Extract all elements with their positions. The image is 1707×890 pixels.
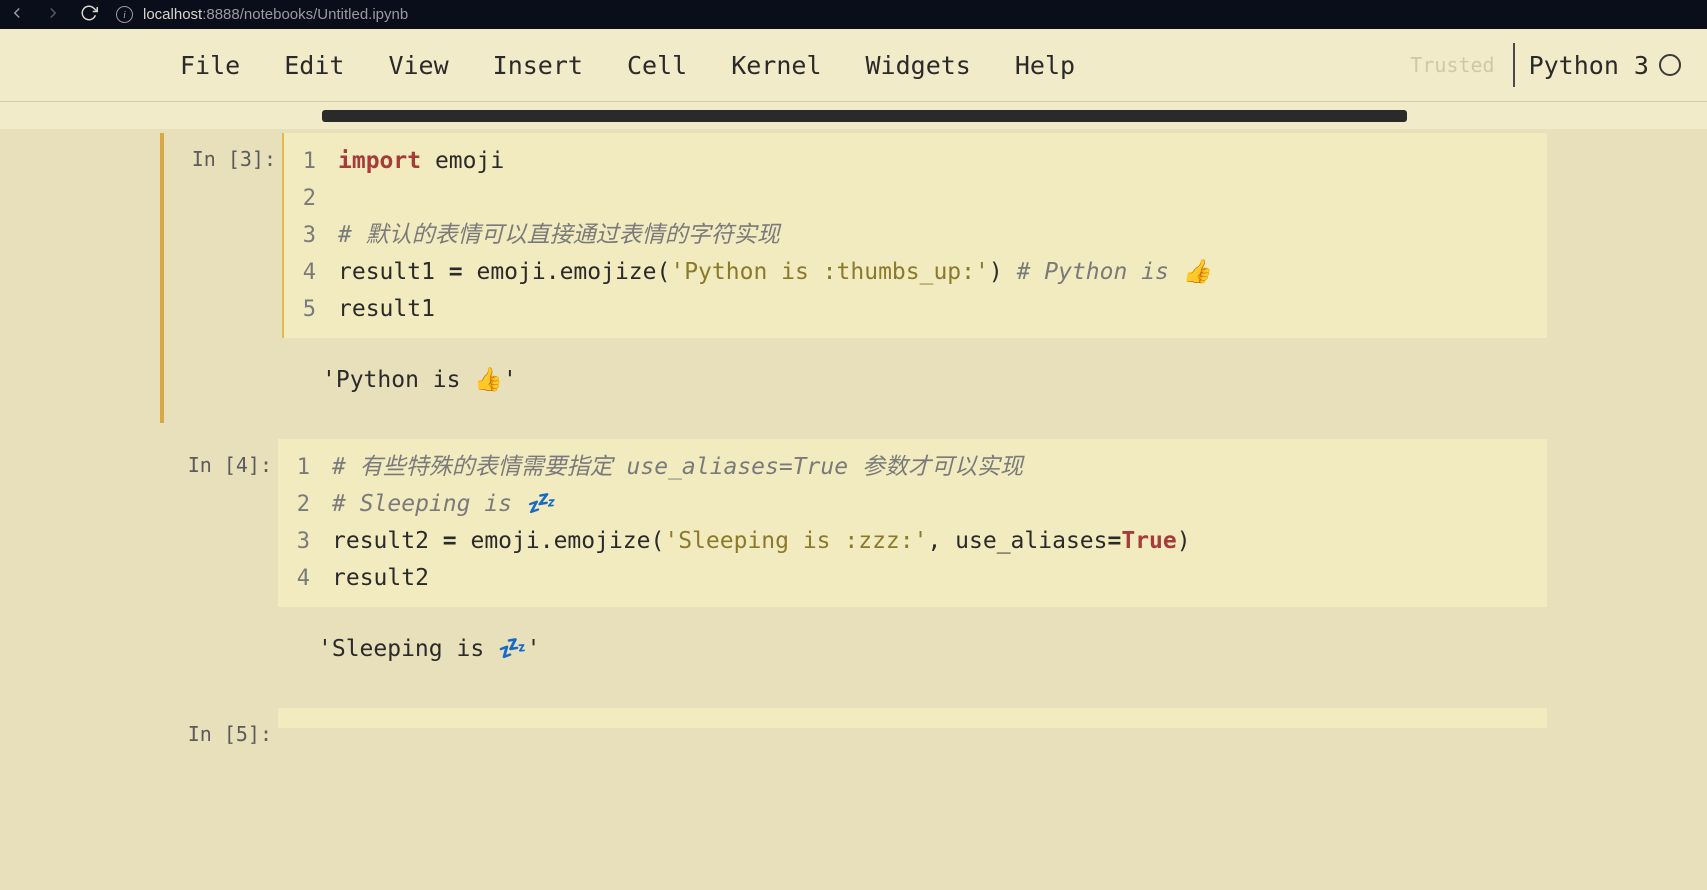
menu-insert[interactable]: Insert	[491, 47, 585, 84]
browser-nav-controls	[8, 4, 98, 26]
line-number: 5	[284, 291, 338, 328]
cell-output: 'Python is 👍'	[282, 338, 1547, 423]
line-number: 1	[284, 143, 338, 180]
line-number: 4	[278, 560, 332, 597]
cell-output: 'Sleeping is 💤'	[278, 607, 1547, 692]
menu-edit[interactable]: Edit	[282, 47, 346, 84]
trusted-indicator: Trusted	[1410, 53, 1494, 77]
code-line-content[interactable]: result2 = emoji.emojize('Sleeping is :zz…	[332, 523, 1535, 560]
code-line-content[interactable]: # 有些特殊的表情需要指定 use_aliases=True 参数才可以实现	[332, 449, 1535, 486]
menu-view[interactable]: View	[386, 47, 450, 84]
toolbar-dark-strip[interactable]	[322, 110, 1407, 122]
line-number: 2	[278, 486, 332, 523]
cell-prompt: In [3]:	[164, 133, 282, 423]
code-cell[interactable]: In [5]:	[160, 708, 1547, 746]
forward-icon[interactable]	[44, 4, 62, 26]
url-bar[interactable]: i localhost:8888/notebooks/Untitled.ipyn…	[116, 6, 408, 23]
menu-help[interactable]: Help	[1013, 47, 1077, 84]
code-line-content[interactable]: result2	[332, 560, 1535, 597]
back-icon[interactable]	[8, 4, 26, 26]
cell-prompt: In [4]:	[160, 439, 278, 692]
browser-chrome-bar: i localhost:8888/notebooks/Untitled.ipyn…	[0, 0, 1707, 29]
code-line-content[interactable]: # Sleeping is 💤	[332, 486, 1535, 523]
line-number: 3	[284, 217, 338, 254]
code-line-content[interactable]: import emoji	[338, 143, 1535, 180]
reload-icon[interactable]	[80, 4, 98, 26]
code-line-content[interactable]: # 默认的表情可以直接通过表情的字符实现	[338, 217, 1535, 254]
code-line-content[interactable]: result1	[338, 291, 1535, 328]
kernel-indicator-icon[interactable]	[1659, 54, 1681, 76]
code-line-content[interactable]: result1 = emoji.emojize('Python is :thum…	[338, 254, 1535, 291]
menubar: File Edit View Insert Cell Kernel Widget…	[0, 29, 1707, 102]
menu-cell[interactable]: Cell	[625, 47, 689, 84]
line-number: 4	[284, 254, 338, 291]
cell-prompt: In [5]:	[160, 708, 278, 746]
line-number: 3	[278, 523, 332, 560]
url-text: localhost:8888/notebooks/Untitled.ipynb	[143, 6, 408, 23]
code-input[interactable]: 1import emoji 2 3# 默认的表情可以直接通过表情的字符实现 4r…	[282, 133, 1547, 338]
site-info-icon[interactable]: i	[116, 6, 133, 23]
menu-widgets[interactable]: Widgets	[864, 47, 973, 84]
code-line-content[interactable]	[338, 180, 1535, 217]
toolbar	[0, 102, 1707, 129]
line-number: 1	[278, 449, 332, 486]
code-cell[interactable]: In [3]: 1import emoji 2 3# 默认的表情可以直接通过表情…	[160, 133, 1547, 423]
code-cell[interactable]: In [4]: 1# 有些特殊的表情需要指定 use_aliases=True …	[160, 439, 1547, 692]
menu-file[interactable]: File	[178, 47, 242, 84]
menu-kernel[interactable]: Kernel	[729, 47, 823, 84]
code-input[interactable]	[278, 708, 1547, 728]
kernel-separator	[1513, 43, 1515, 87]
code-input[interactable]: 1# 有些特殊的表情需要指定 use_aliases=True 参数才可以实现 …	[278, 439, 1547, 607]
line-number: 2	[284, 180, 338, 217]
kernel-name[interactable]: Python 3	[1529, 51, 1649, 80]
notebook-container: In [3]: 1import emoji 2 3# 默认的表情可以直接通过表情…	[0, 129, 1707, 746]
